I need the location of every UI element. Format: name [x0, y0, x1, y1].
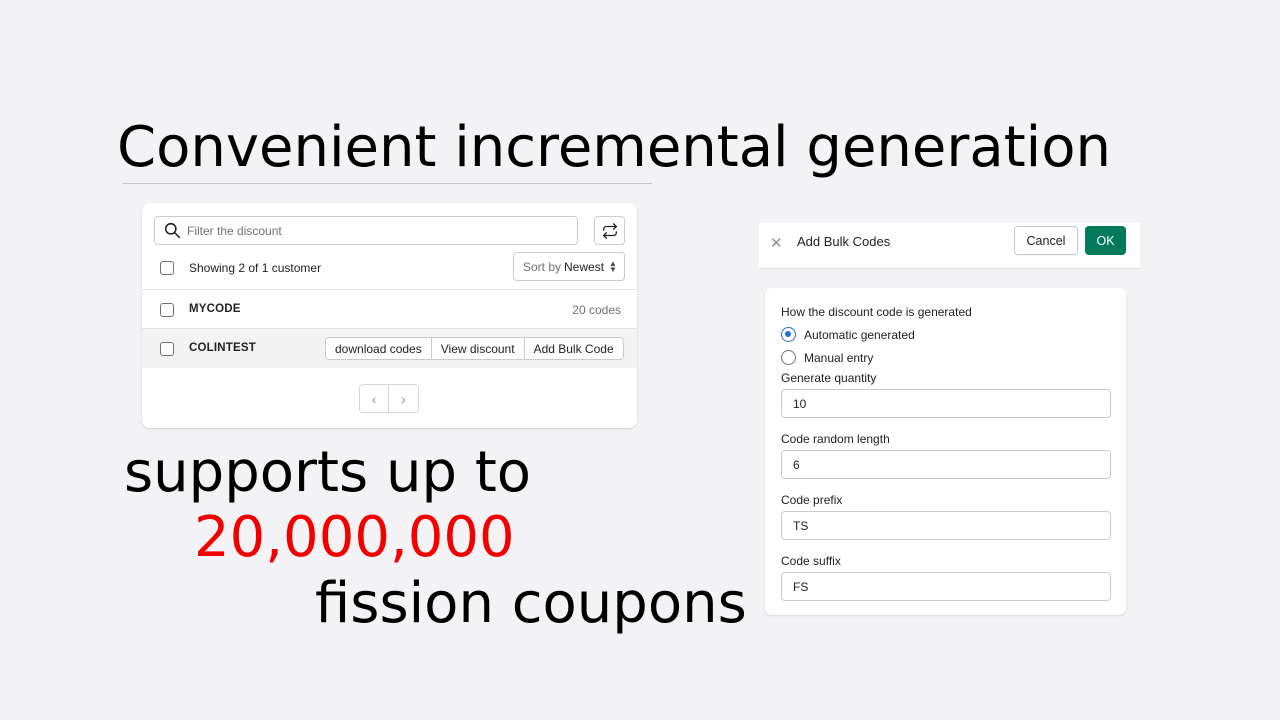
- modal-title: Add Bulk Codes: [797, 234, 891, 249]
- search-field[interactable]: [154, 216, 578, 245]
- promo-line-1: supports up to: [124, 440, 532, 505]
- list-item[interactable]: MYCODE 20 codes: [142, 290, 637, 329]
- code-random-length-input[interactable]: [781, 450, 1111, 479]
- download-codes-button[interactable]: download codes: [326, 338, 432, 359]
- add-bulk-code-button[interactable]: Add Bulk Code: [524, 338, 623, 359]
- refresh-icon: [602, 222, 617, 239]
- radio-manual-entry[interactable]: Manual entry: [781, 350, 873, 365]
- row-checkbox[interactable]: [160, 303, 174, 317]
- view-discount-button[interactable]: View discount: [431, 338, 525, 359]
- search-input[interactable]: [187, 223, 567, 238]
- sort-select[interactable]: Sort by Newest ▲ ▼: [513, 252, 625, 281]
- list-item[interactable]: COLINTEST download codes View discount A…: [142, 329, 637, 368]
- radio-label: Manual entry: [804, 350, 874, 365]
- code-suffix-label: Code suffix: [781, 554, 841, 568]
- discount-code-name: MYCODE: [189, 303, 241, 315]
- bulk-code-form: How the discount code is generated Autom…: [765, 288, 1126, 615]
- refresh-button[interactable]: [594, 216, 625, 245]
- sort-updown-icon: ▲ ▼: [609, 258, 617, 274]
- code-suffix-input[interactable]: [781, 572, 1111, 601]
- radio-automatic-generated[interactable]: Automatic generated: [781, 327, 915, 342]
- pagination: ‹ ›: [359, 384, 419, 413]
- headline: Convenient incremental generation: [117, 115, 1111, 180]
- code-prefix-input[interactable]: [781, 511, 1111, 540]
- ok-button[interactable]: OK: [1085, 226, 1126, 255]
- row-action-group: download codes View discount Add Bulk Co…: [325, 337, 624, 360]
- next-page-button[interactable]: ›: [389, 385, 418, 412]
- sort-prefix: Sort by: [523, 259, 562, 274]
- promo-highlight-number: 20,000,000: [194, 505, 515, 570]
- select-all-checkbox[interactable]: [160, 261, 174, 275]
- previous-page-button[interactable]: ‹: [360, 385, 389, 412]
- row-checkbox[interactable]: [160, 342, 174, 356]
- promo-line-3: fission coupons: [315, 571, 747, 636]
- list-header: Showing 2 of 1 customer Sort by Newest ▲…: [142, 252, 637, 290]
- generate-quantity-label: Generate quantity: [781, 371, 877, 385]
- sort-value: Newest: [564, 259, 605, 274]
- code-random-length-label: Code random length: [781, 432, 890, 446]
- discount-list-card: Showing 2 of 1 customer Sort by Newest ▲…: [142, 203, 637, 428]
- add-bulk-codes-modal: ✕ Add Bulk Codes Cancel OK How the disco…: [759, 223, 1140, 630]
- search-icon: [164, 222, 181, 239]
- modal-header: ✕ Add Bulk Codes Cancel OK: [759, 223, 1140, 269]
- radio-label: Automatic generated: [804, 327, 915, 342]
- code-count: 20 codes: [572, 303, 621, 317]
- code-prefix-label: Code prefix: [781, 493, 843, 507]
- cancel-button[interactable]: Cancel: [1014, 226, 1078, 255]
- radio-button[interactable]: [781, 350, 796, 365]
- discount-code-name: COLINTEST: [189, 342, 256, 354]
- showing-count-label: Showing 2 of 1 customer: [189, 261, 322, 275]
- close-icon[interactable]: ✕: [770, 234, 783, 252]
- generate-quantity-input[interactable]: [781, 389, 1111, 418]
- generation-method-legend: How the discount code is generated: [781, 305, 972, 319]
- headline-divider: [122, 183, 652, 184]
- radio-button[interactable]: [781, 327, 796, 342]
